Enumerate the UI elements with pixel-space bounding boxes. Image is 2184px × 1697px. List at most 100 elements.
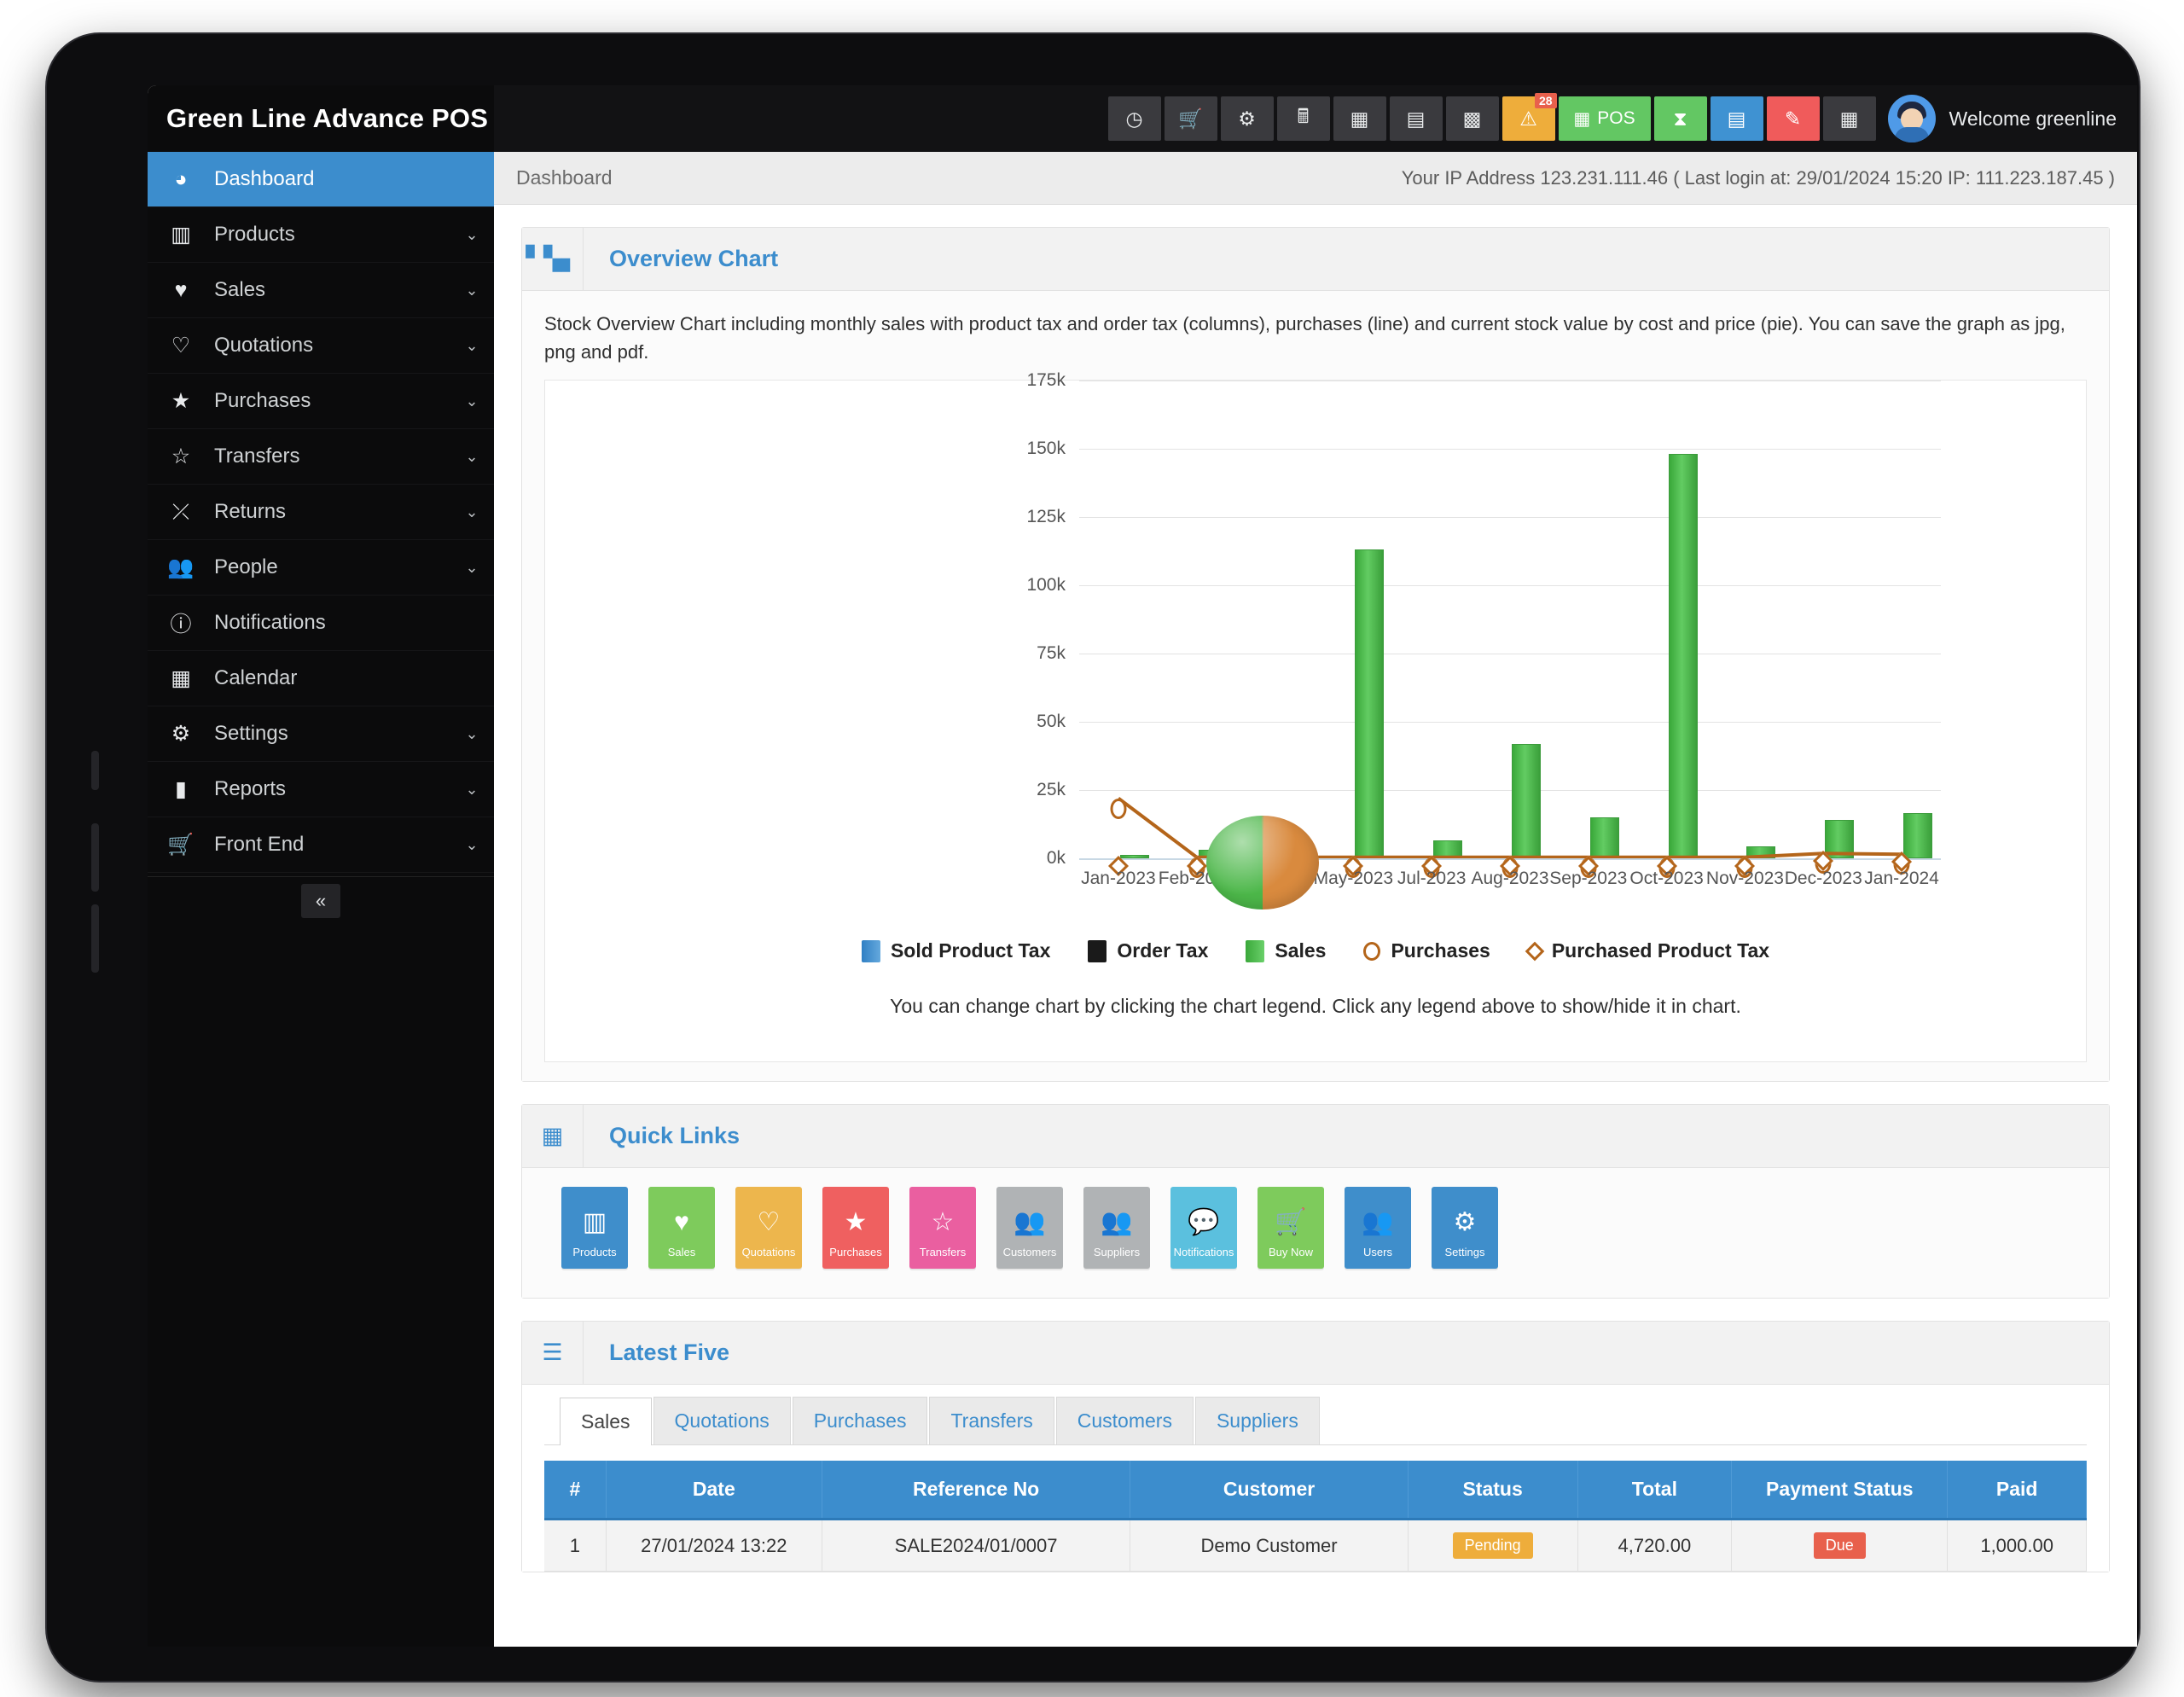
sidebar-item-people[interactable]: 👥 People ⌄ bbox=[148, 540, 494, 596]
quick-links-title: Quick Links bbox=[609, 1123, 741, 1148]
pos-button[interactable]: ▦ POS bbox=[1558, 96, 1651, 141]
sidebar-item-sales[interactable]: ♥ Sales ⌄ bbox=[148, 263, 494, 318]
column-header-total[interactable]: Total bbox=[1577, 1461, 1733, 1520]
purchases-line bbox=[1117, 797, 1902, 858]
notification-badge: 28 bbox=[1534, 93, 1557, 108]
dashboard-icon[interactable]: ◷ bbox=[1107, 96, 1161, 141]
sidebar-item-dashboard[interactable]: ◕ Dashboard bbox=[148, 152, 494, 207]
quick-link-buy-now[interactable]: 🛒 Buy Now bbox=[1258, 1187, 1324, 1269]
quick-link-quotations[interactable]: ♡ Quotations bbox=[735, 1187, 802, 1269]
calendar-icon: ▦ bbox=[171, 666, 191, 690]
flag-icon[interactable]: ▩ bbox=[1445, 96, 1499, 141]
sidebar-nav: ◕ Dashboard ▥ Products ⌄ ♥ Sales ⌄ ♡ Quotations ⌄ ★… bbox=[148, 152, 494, 873]
clipboard-icon[interactable]: ▤ bbox=[1389, 96, 1443, 141]
column-header-payment-status[interactable]: Payment Status bbox=[1731, 1461, 1949, 1520]
quick-link-customers[interactable]: 👥 Customers bbox=[996, 1187, 1063, 1269]
hourglass-icon[interactable]: ⧗ bbox=[1653, 96, 1707, 141]
pos-button-label: POS bbox=[1597, 108, 1635, 128]
gears-icon[interactable]: ⚙ bbox=[1220, 96, 1274, 141]
legend-marker bbox=[1525, 941, 1545, 961]
legend-item-order-tax[interactable]: Order Tax bbox=[1088, 939, 1208, 962]
column-header-reference-no[interactable]: Reference No bbox=[822, 1461, 1131, 1520]
quick-link-label: Transfers bbox=[919, 1246, 967, 1258]
legend-label: Order Tax bbox=[1117, 939, 1209, 962]
legend-item-purchases[interactable]: Purchases bbox=[1363, 939, 1490, 962]
alert-icon[interactable]: ⚠ 28 bbox=[1502, 93, 1557, 141]
sidebar-item-purchases[interactable]: ★ Purchases ⌄ bbox=[148, 374, 494, 429]
column-header-status[interactable]: Status bbox=[1408, 1461, 1578, 1520]
user-menu[interactable]: Welcome greenline bbox=[1887, 95, 2122, 142]
column-header-date[interactable]: Date bbox=[606, 1461, 822, 1520]
sidebar-item-transfers[interactable]: ☆ Transfers ⌄ bbox=[148, 429, 494, 485]
tab-suppliers[interactable]: Suppliers bbox=[1194, 1397, 1320, 1444]
device-button-2 bbox=[91, 823, 99, 892]
sidebar-item-label: Purchases bbox=[214, 389, 311, 412]
payment-status-badge: Due bbox=[1813, 1532, 1866, 1559]
heart-outline-icon: ♡ bbox=[757, 1208, 781, 1236]
overview-chart-header: ▘▚▖ Overview Chart bbox=[522, 228, 2109, 291]
column-header-customer[interactable]: Customer bbox=[1130, 1461, 1409, 1520]
tab-purchases[interactable]: Purchases bbox=[792, 1397, 928, 1444]
x-tick-label: Jan-2024 bbox=[1864, 869, 1939, 888]
chevron-down-icon: ⌄ bbox=[465, 392, 479, 410]
sidebar-item-notifications[interactable]: ⓘ Notifications bbox=[148, 596, 494, 651]
sidebar-item-settings[interactable]: ⚙ Settings ⌄ bbox=[148, 706, 494, 762]
quick-link-purchases[interactable]: ★ Purchases bbox=[822, 1187, 889, 1269]
device-button-1 bbox=[91, 751, 99, 790]
speech-bubble-icon: 💬 bbox=[1188, 1208, 1220, 1236]
cart-icon[interactable]: 🛒 bbox=[1164, 96, 1217, 141]
sidebar-item-quotations[interactable]: ♡ Quotations ⌄ bbox=[148, 318, 494, 374]
heart-filled-icon: ♥ bbox=[674, 1208, 689, 1236]
legend-marker bbox=[1363, 941, 1381, 961]
latest-five-table: # Date Reference No Customer Status Total Paym… bbox=[544, 1461, 2087, 1572]
ip-address-info: Your IP Address 123.231.111.46 ( Last lo… bbox=[1401, 166, 2115, 189]
y-tick-label: 75k bbox=[1037, 643, 1066, 663]
quick-link-settings[interactable]: ⚙ Settings bbox=[1432, 1187, 1498, 1269]
chevron-down-icon: ⌄ bbox=[465, 780, 479, 798]
bar-chart-icon: ▮ bbox=[175, 777, 187, 801]
sidebar-item-returns[interactable]: ⤫ Returns ⌄ bbox=[148, 485, 494, 540]
sidebar-collapse-button[interactable]: « bbox=[301, 884, 340, 918]
sidebar-item-reports[interactable]: ▮ Reports ⌄ bbox=[148, 762, 494, 817]
chevron-down-icon: ⌄ bbox=[465, 835, 479, 853]
tab-quotations[interactable]: Quotations bbox=[653, 1397, 791, 1444]
gauge-icon: ◕ bbox=[174, 166, 188, 191]
quick-link-transfers[interactable]: ☆ Transfers bbox=[909, 1187, 976, 1269]
y-tick-label: 50k bbox=[1037, 712, 1066, 731]
overview-chart-canvas[interactable]: 0k 25k 50k 75k 100k 125k 150k 175k Jan-2023 Feb-… bbox=[544, 370, 2087, 1062]
sidebar-item-label: Settings bbox=[214, 722, 288, 745]
tab-transfers[interactable]: Transfers bbox=[929, 1397, 1054, 1444]
latest-five-panel: ☰ Latest Five Sales Quotations Purchases Tr… bbox=[521, 1321, 2110, 1572]
tab-customers[interactable]: Customers bbox=[1055, 1397, 1194, 1444]
list-icon[interactable]: ▤ bbox=[1710, 96, 1763, 141]
calendar-icon[interactable]: ▦ bbox=[1333, 96, 1386, 141]
x-tick-label: May-2023 bbox=[1313, 869, 1394, 888]
legend-label: Sold Product Tax bbox=[890, 939, 1051, 962]
sidebar-item-calendar[interactable]: ▦ Calendar bbox=[148, 651, 494, 706]
edit-icon[interactable]: ✎ bbox=[1766, 96, 1820, 141]
quick-link-sales[interactable]: ♥ Sales bbox=[648, 1187, 715, 1269]
grid-icon[interactable]: ▦ bbox=[1822, 96, 1876, 141]
legend-item-purchased-product-tax[interactable]: Purchased Product Tax bbox=[1525, 939, 1769, 962]
sidebar-item-label: Reports bbox=[214, 777, 287, 800]
legend-item-sales[interactable]: Sales bbox=[1246, 939, 1326, 962]
grid-icon: ▦ bbox=[522, 1105, 584, 1167]
sidebar-item-front-end[interactable]: 🛒 Front End ⌄ bbox=[148, 817, 494, 873]
legend-item-sold-product-tax[interactable]: Sold Product Tax bbox=[861, 939, 1051, 962]
quick-link-notifications[interactable]: 💬 Notifications bbox=[1170, 1187, 1237, 1269]
quick-link-users[interactable]: 👥 Users bbox=[1345, 1187, 1411, 1269]
column-header-paid[interactable]: Paid bbox=[1947, 1461, 2087, 1520]
overview-chart-title: Overview Chart bbox=[609, 246, 779, 271]
chart-plot-area: 0k 25k 50k 75k 100k 125k 150k 175k Jan-2023 Feb-… bbox=[545, 370, 2086, 910]
table-row[interactable]: 1 27/01/2024 13:22 SALE2024/01/0007 Demo Cu… bbox=[544, 1519, 2087, 1572]
quick-link-suppliers[interactable]: 👥 Suppliers bbox=[1083, 1187, 1150, 1269]
tab-sales[interactable]: Sales bbox=[560, 1398, 652, 1445]
overview-chart-description: Stock Overview Chart including monthly s… bbox=[544, 313, 2065, 363]
quick-link-products[interactable]: ▥ Products bbox=[561, 1187, 628, 1269]
heart-filled-icon: ♥ bbox=[174, 277, 188, 302]
quick-link-label: Suppliers bbox=[1093, 1246, 1141, 1258]
column-header-[interactable]: # bbox=[544, 1461, 607, 1520]
calculator-icon[interactable]: 🖩 bbox=[1276, 96, 1330, 141]
sidebar-item-products[interactable]: ▥ Products ⌄ bbox=[148, 207, 494, 263]
chevron-down-icon: ⌄ bbox=[465, 336, 479, 354]
